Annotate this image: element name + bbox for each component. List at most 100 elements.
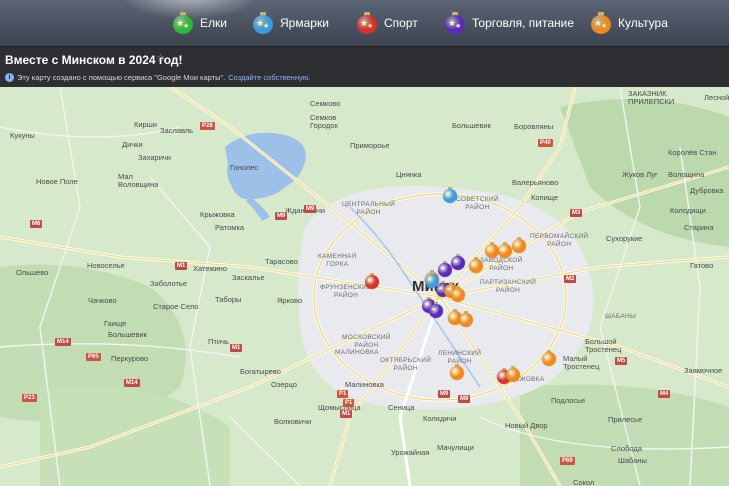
place-label: Лесной: [704, 93, 729, 102]
road-shield: P1: [343, 399, 355, 407]
place-label: Жуков Луг: [622, 170, 658, 179]
legend-item-0[interactable]: ★ ★ Елки: [172, 11, 227, 35]
legend-item-2[interactable]: ★ ★ Спорт: [356, 11, 418, 35]
place-label: Таборы: [215, 295, 242, 304]
road-shield: M9: [275, 212, 288, 220]
ornament-marker[interactable]: ★: [442, 187, 458, 203]
place-label: Копище: [531, 193, 559, 202]
place-label: Крыжовка: [200, 210, 235, 219]
legend-label: Торговля, питание: [472, 16, 575, 30]
district-label: СОВЕТСКИЙ РАЙОН: [456, 196, 499, 211]
info-line: i Эту карту создано с помощью сервиса "G…: [5, 73, 311, 82]
legend-item-3[interactable]: ★ ★ Торговля, питание: [444, 11, 574, 35]
legend-label: Елки: [200, 16, 227, 30]
ornament-marker[interactable]: ★: [450, 286, 466, 302]
place-label: Ярково: [277, 296, 303, 305]
place-label: Новое Поле: [36, 177, 78, 186]
road-shield: M2: [564, 275, 577, 283]
ornament-marker[interactable]: ★: [505, 366, 521, 382]
ornament-marker[interactable]: ★: [364, 273, 380, 289]
road-shield: P23: [22, 394, 37, 402]
road-shield: P1: [337, 390, 349, 398]
green-ornament-icon: ★ ★: [172, 12, 194, 34]
place-label: Новоселье: [87, 261, 125, 270]
create-own-link[interactable]: Создайте собственную.: [228, 73, 310, 82]
ornament-marker[interactable]: ★: [428, 302, 444, 318]
place-label: Ратомка: [215, 223, 245, 232]
district-label: ШАБАНЫ: [605, 313, 636, 320]
place-label: Семково: [310, 99, 341, 108]
place-label: Большевик: [108, 330, 147, 339]
map-canvas[interactable]: ЗАКАЗНИК ПРИЛЕПСКИ Семково Семков Городок Б…: [0, 87, 729, 486]
place-label: Старое Село: [153, 302, 199, 311]
info-icon: i: [5, 73, 14, 82]
district-label: ОКТЯБРЬСКИЙ РАЙОН: [380, 357, 432, 372]
ornament-marker[interactable]: ★: [541, 350, 557, 366]
road-shield: M14: [124, 379, 140, 387]
road-shield: M4: [658, 390, 671, 398]
road-shield: M14: [55, 338, 71, 346]
road-shield: M1: [340, 410, 353, 418]
place-label: Подлосье: [551, 396, 586, 405]
district-label: ЗАВОДСКОЙ РАЙОН: [480, 257, 523, 272]
place-label: Заскалье: [232, 273, 265, 282]
place-label: Боровляны: [514, 122, 554, 131]
place-label: Дубровка: [690, 186, 724, 195]
place-label: Гаище: [104, 319, 127, 328]
place-label: Большевик: [452, 121, 491, 130]
place-label: Заямочное: [684, 366, 723, 375]
road-shield: M3: [570, 209, 583, 217]
place-label: Богатырево: [240, 367, 281, 376]
road-shield: P40: [538, 139, 553, 147]
place-label: Волковичи: [274, 417, 312, 426]
place-label: Новый Двор: [505, 421, 548, 430]
place-label: Волощина: [668, 170, 705, 179]
place-label: Семков Городок: [310, 113, 338, 130]
road-shield: P65: [86, 353, 101, 361]
place-label: Птичь: [208, 337, 229, 346]
place-label: Малый Тростенец: [563, 354, 600, 371]
place-label: ЗАКАЗНИК ПРИЛЕПСКИ: [628, 89, 675, 106]
place-label: Захаричи: [138, 153, 171, 162]
district-label: МАЛИНОВКА: [335, 349, 379, 356]
road-shield: P28: [200, 122, 215, 130]
orange-ornament-icon: ★ ★: [590, 12, 612, 34]
place-label: Гонолес: [230, 163, 259, 172]
ornament-marker[interactable]: ★: [449, 364, 465, 380]
place-label: Колядичи: [423, 414, 457, 423]
legend-label: Спорт: [384, 16, 418, 30]
place-label: Большой Тростенец: [585, 337, 622, 354]
place-label: Примороье: [350, 141, 390, 150]
legend-item-1[interactable]: ★ ★ Ярмарки: [252, 11, 329, 35]
place-label: Ольшево: [16, 268, 49, 277]
ornament-marker[interactable]: ★: [511, 237, 527, 253]
blue-ornament-icon: ★ ★: [252, 12, 274, 34]
road-shield: M9: [438, 390, 451, 398]
place-label: Урожайная: [391, 448, 430, 457]
place-label: Колодищи: [670, 206, 706, 215]
district-label: МОСКОВСКИЙ РАЙОН: [342, 334, 391, 349]
red-ornament-icon: ★ ★: [356, 12, 378, 34]
road-shield: M9: [458, 395, 471, 403]
place-label: Заболотье: [150, 279, 187, 288]
ornament-marker[interactable]: ★: [458, 311, 474, 327]
info-text: Эту карту создано с помощью сервиса "Goo…: [17, 73, 226, 82]
road-shield: P69: [560, 457, 575, 465]
legend-bar: ★ ★ Елки ★ ★ Ярмарки ★ ★ Спорт ★ ★ Торговля, питани…: [0, 0, 729, 46]
place-label: Заславль: [160, 126, 194, 135]
legend-item-4[interactable]: ★ ★ Культура: [590, 11, 668, 35]
place-label: Сухорукие: [606, 234, 643, 243]
place-label: Перкурово: [111, 354, 149, 363]
place-label: Слобода: [611, 444, 642, 453]
road-shield: M6: [30, 220, 43, 228]
ornament-marker[interactable]: ★: [468, 257, 484, 273]
place-label: Хатежино: [193, 264, 227, 273]
place-label: Королёв Стан: [668, 148, 717, 157]
star-icon[interactable]: ☆: [156, 53, 165, 64]
district-label: ЦЕНТРАЛЬНЫЙ РАЙОН: [342, 201, 396, 216]
place-label: Кукуны: [10, 131, 35, 140]
district-label: КАМЕННАЯ ГОРКА: [318, 253, 357, 268]
place-label: Старина: [684, 223, 714, 232]
road-shield: M1: [175, 262, 188, 270]
place-label: Шабаны: [618, 456, 647, 465]
